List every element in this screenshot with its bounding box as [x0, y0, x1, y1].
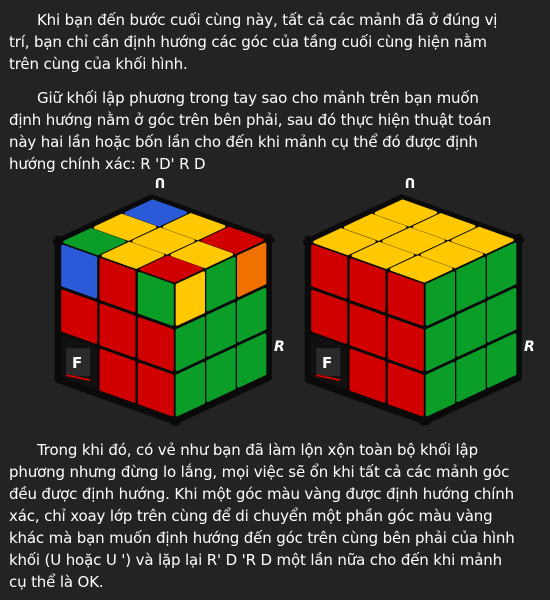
text-line: trên cùng của khối hình.: [9, 55, 188, 73]
text-line: Khi bạn đến bước cuối cùng này, tất cả c…: [37, 11, 498, 29]
text-line: xác, chỉ xoay lớp trên cùng để di chuyển…: [9, 507, 493, 525]
text-line: khác mà bạn muốn định hướng đến góc trên…: [9, 529, 515, 547]
cube-illustration: F U R F U R: [52, 174, 535, 426]
text-line: Trong khi đó, có vẻ như bạn đã làm lộn x…: [37, 441, 478, 459]
paragraph-algorithm: Giữ khối lập phương trong tay sao cho mả…: [9, 87, 549, 175]
text-line: định hướng nằm ở góc trên bên phải, sau …: [9, 111, 492, 129]
up-face-label: U: [405, 174, 416, 189]
text-line: trí, bạn chỉ cần định hướng các góc của …: [9, 33, 487, 51]
up-face-label: U: [155, 174, 166, 189]
paragraph-explanation: Trong khi đó, có vẻ như bạn đã làm lộn x…: [9, 439, 549, 593]
text-line: cụ thể là OK.: [9, 573, 104, 591]
text-line: khối (U hoặc U ') và lặp lại R' D 'R D m…: [9, 551, 502, 569]
text-line: Giữ khối lập phương trong tay sao cho mả…: [37, 89, 479, 107]
text-line: đều được định hướng. Khi một góc màu vàn…: [9, 485, 515, 503]
right-face-label: R: [274, 339, 285, 355]
paragraph-intro: Khi bạn đến bước cuối cùng này, tất cả c…: [9, 9, 549, 75]
text-line: này hai lần hoặc bốn lần cho đến khi mản…: [9, 133, 478, 151]
front-face-label: F: [322, 354, 332, 372]
right-face-label: R: [524, 339, 535, 355]
text-line: phương nhưng đừng lo lắng, mọi việc sẽ ổ…: [9, 463, 510, 481]
front-face-label: F: [72, 354, 82, 372]
